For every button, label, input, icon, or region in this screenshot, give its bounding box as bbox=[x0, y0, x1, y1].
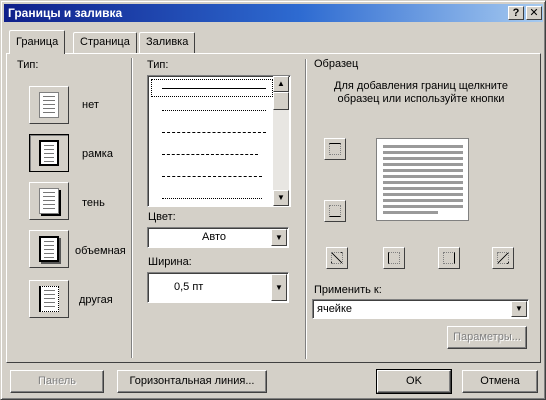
box-border-icon bbox=[39, 140, 59, 166]
preview-area[interactable] bbox=[376, 138, 469, 221]
line-style-heading: Тип: bbox=[147, 59, 169, 71]
options-button[interactable]: Параметры... bbox=[447, 326, 527, 349]
tab-border[interactable]: Граница bbox=[9, 30, 66, 54]
window-title: Границы и заливка bbox=[8, 6, 123, 20]
border-type-custom-button[interactable] bbox=[29, 280, 69, 318]
border-type-box-label: рамка bbox=[82, 148, 113, 160]
cancel-button[interactable]: Отмена bbox=[462, 370, 538, 393]
line-style-item[interactable] bbox=[152, 102, 272, 118]
no-border-icon bbox=[39, 92, 59, 118]
ok-button[interactable]: OK bbox=[376, 369, 452, 394]
border-type-box-button[interactable] bbox=[29, 134, 69, 172]
tab-shading[interactable]: Заливка bbox=[139, 32, 196, 53]
diagonal-down-border-button[interactable] bbox=[492, 247, 514, 269]
width-label: Ширина: bbox=[148, 256, 192, 268]
right-border-button[interactable] bbox=[438, 247, 460, 269]
help-button[interactable]: ? bbox=[508, 6, 524, 20]
diagonal-down-icon bbox=[497, 252, 509, 264]
right-border-icon bbox=[443, 252, 455, 264]
border-type-none-button[interactable] bbox=[29, 86, 69, 124]
tab-border-label: Граница bbox=[16, 36, 59, 48]
apply-to-label: Применить к: bbox=[314, 284, 382, 296]
border-type-heading: Тип: bbox=[17, 59, 39, 71]
apply-to-value: ячейке bbox=[317, 303, 353, 315]
shadow-border-icon bbox=[39, 188, 59, 214]
separator-left bbox=[131, 58, 133, 358]
diagonal-up-icon bbox=[331, 252, 343, 264]
top-border-icon bbox=[329, 143, 341, 155]
left-border-icon bbox=[388, 252, 400, 264]
line-style-item[interactable] bbox=[152, 124, 272, 140]
border-type-custom-label: другая bbox=[79, 294, 113, 306]
color-label: Цвет: bbox=[148, 211, 176, 223]
3d-border-icon bbox=[39, 236, 59, 262]
bottom-border-icon bbox=[329, 205, 341, 217]
preview-instructions: Для добавления границ щелкните образец и… bbox=[334, 80, 508, 105]
tab-page-border[interactable]: Страница bbox=[73, 32, 137, 53]
left-border-button[interactable] bbox=[383, 247, 405, 269]
border-type-3d-label: объемная bbox=[75, 245, 126, 257]
border-type-shadow-button[interactable] bbox=[29, 182, 69, 220]
line-style-scrollbar[interactable]: ▲ ▼ bbox=[273, 76, 289, 206]
close-button[interactable]: ✕ bbox=[526, 6, 542, 20]
horizontal-line-button[interactable]: Горизонтальная линия... bbox=[117, 370, 267, 393]
line-style-item[interactable] bbox=[151, 79, 273, 97]
bottom-border-button[interactable] bbox=[324, 200, 346, 222]
top-border-button[interactable] bbox=[324, 138, 346, 160]
toolbar-button[interactable]: Панель bbox=[10, 370, 104, 393]
chevron-down-icon[interactable]: ▼ bbox=[511, 301, 527, 317]
scroll-up-arrow-icon[interactable]: ▲ bbox=[273, 76, 289, 92]
line-style-item[interactable] bbox=[152, 168, 272, 184]
line-style-item[interactable] bbox=[152, 190, 272, 206]
line-style-item[interactable] bbox=[152, 146, 272, 162]
diagonal-up-border-button[interactable] bbox=[326, 247, 348, 269]
color-value: Авто bbox=[202, 231, 226, 243]
preview-heading: Образец bbox=[314, 58, 359, 70]
width-select[interactable]: 0,5 пт ▼ bbox=[147, 272, 289, 303]
border-type-shadow-label: тень bbox=[82, 197, 105, 209]
border-type-none-label: нет bbox=[82, 99, 99, 111]
custom-border-icon bbox=[39, 286, 59, 312]
chevron-down-icon[interactable]: ▼ bbox=[271, 274, 287, 301]
scroll-down-arrow-icon[interactable]: ▼ bbox=[273, 190, 289, 206]
tab-page-border-label: Страница bbox=[80, 36, 130, 48]
separator-right bbox=[305, 59, 307, 359]
borders-and-shading-dialog: Границы и заливка ? ✕ Граница Страница З… bbox=[0, 0, 546, 400]
apply-to-select[interactable]: ячейке ▼ bbox=[312, 299, 529, 319]
width-value: 0,5 пт bbox=[174, 281, 204, 293]
line-style-list[interactable] bbox=[147, 75, 291, 207]
title-bar: Границы и заливка ? ✕ bbox=[4, 4, 543, 22]
scroll-thumb[interactable] bbox=[273, 92, 289, 110]
chevron-down-icon[interactable]: ▼ bbox=[271, 229, 287, 246]
border-type-3d-button[interactable] bbox=[29, 230, 69, 268]
tab-shading-label: Заливка bbox=[146, 36, 189, 48]
color-select[interactable]: Авто ▼ bbox=[147, 227, 289, 248]
